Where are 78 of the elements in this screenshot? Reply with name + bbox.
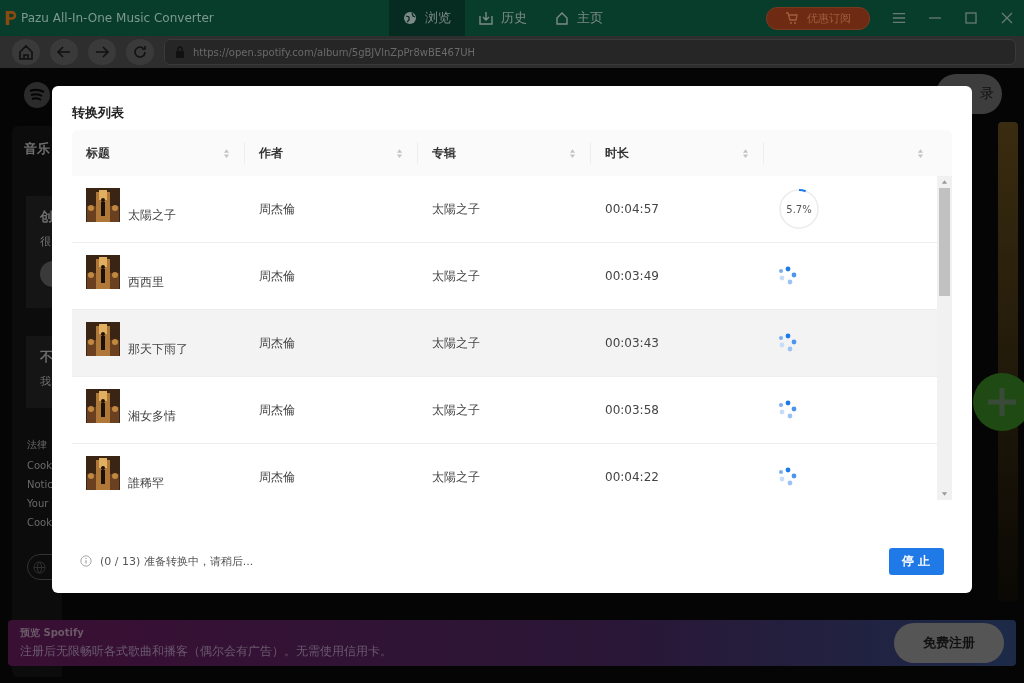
track-title: 湘女多情: [128, 408, 176, 425]
sort-icon[interactable]: [917, 147, 924, 159]
home-button[interactable]: [12, 39, 40, 65]
loading-spinner-icon: [778, 400, 798, 420]
scrollbar-thumb[interactable]: [939, 188, 950, 296]
refresh-icon: [132, 44, 148, 60]
album-name: 太陽之子: [432, 334, 480, 352]
scrollbar[interactable]: [937, 176, 952, 500]
track-title: 西西里: [128, 274, 164, 291]
artist-name: 周杰倫: [259, 401, 295, 419]
logo-icon: [4, 9, 18, 27]
nav-tab[interactable]: 浏览: [389, 0, 465, 36]
track-title: 那天下雨了: [128, 341, 188, 358]
track-title: 誰稀罕: [128, 475, 164, 492]
maximize-icon[interactable]: [964, 11, 978, 25]
nav-tab[interactable]: 历史: [465, 0, 541, 36]
card-title: 不: [40, 348, 53, 366]
forward-button[interactable]: [88, 39, 116, 65]
stop-button[interactable]: 停止: [889, 547, 944, 575]
loading-spinner-icon: [778, 333, 798, 353]
column-header[interactable]: 专辑: [432, 144, 456, 162]
artist-name: 周杰倫: [259, 468, 295, 486]
globe-icon: [33, 560, 46, 574]
artist-name: 周杰倫: [259, 200, 295, 218]
spotify-logo-icon: [24, 82, 50, 108]
album-name: 太陽之子: [432, 200, 480, 218]
album-name: 太陽之子: [432, 267, 480, 285]
menu-icon[interactable]: [892, 11, 906, 25]
sort-icon[interactable]: [742, 147, 749, 159]
track-row[interactable]: 誰稀罕 周杰倫 太陽之子 00:04:22: [72, 444, 937, 500]
home-icon: [555, 11, 569, 25]
banner-text: 注册后无限畅听各式歌曲和播客（偶尔会有广告）。无需使用信用卡。: [20, 643, 392, 660]
window-title: Pazu All-In-One Music Converter: [21, 11, 215, 25]
track-row[interactable]: 湘女多情 周杰倫 太陽之子 00:03:58: [72, 377, 937, 444]
column-header[interactable]: 标题: [86, 144, 110, 162]
download-icon: [479, 11, 493, 25]
banner-title: 预览 Spotify: [20, 626, 85, 640]
globe-icon: [403, 11, 417, 25]
track-title: 太陽之子: [128, 207, 176, 224]
card-title: 创: [40, 208, 53, 226]
loading-spinner-icon: [778, 266, 798, 286]
track-duration: 00:03:43: [605, 336, 659, 350]
sidebar-heading: 音乐: [24, 140, 51, 158]
nav-tab[interactable]: 主页: [541, 0, 617, 36]
back-arrow-icon: [56, 44, 72, 60]
cart-icon: [785, 11, 799, 25]
album-name: 太陽之子: [432, 468, 480, 486]
refresh-button[interactable]: [126, 39, 154, 65]
signup-button[interactable]: 免费注册: [894, 623, 1004, 663]
progress-percent: 5.7%: [786, 203, 812, 215]
sort-icon[interactable]: [396, 147, 403, 159]
scroll-down-icon[interactable]: [941, 491, 948, 497]
sort-icon[interactable]: [223, 147, 230, 159]
close-icon[interactable]: [1000, 11, 1014, 25]
home-icon: [18, 44, 34, 60]
artist-name: 周杰倫: [259, 334, 295, 352]
artist-name: 周杰倫: [259, 267, 295, 285]
track-row[interactable]: 那天下雨了 周杰倫 太陽之子 00:03:43: [72, 310, 937, 377]
scroll-up-icon[interactable]: [941, 179, 948, 185]
column-header[interactable]: 时长: [605, 144, 629, 162]
address-field[interactable]: https://open.spotify.com/album/5gBJVlnZpPr8wBE467UH: [164, 39, 1016, 65]
card-text: 我: [40, 374, 51, 389]
sort-icon[interactable]: [569, 147, 576, 159]
info-icon: [80, 555, 92, 567]
card-text: 很: [40, 234, 51, 249]
loading-spinner-icon: [778, 467, 798, 487]
track-duration: 00:03:49: [605, 269, 659, 283]
status-text: (0 / 13) 准备转换中，请稍后...: [100, 553, 254, 569]
plus-icon[interactable]: [972, 372, 1024, 432]
track-duration: 00:03:58: [605, 403, 659, 417]
track-duration: 00:04:22: [605, 470, 659, 484]
dialog-title: 转换列表: [72, 104, 124, 122]
back-button[interactable]: [50, 39, 78, 65]
album-name: 太陽之子: [432, 401, 480, 419]
forward-arrow-icon: [94, 44, 110, 60]
track-row[interactable]: 太陽之子 周杰倫 太陽之子 00:04:57 5.7%: [72, 176, 937, 243]
track-duration: 00:04:57: [605, 202, 659, 216]
column-header[interactable]: 作者: [259, 144, 283, 162]
